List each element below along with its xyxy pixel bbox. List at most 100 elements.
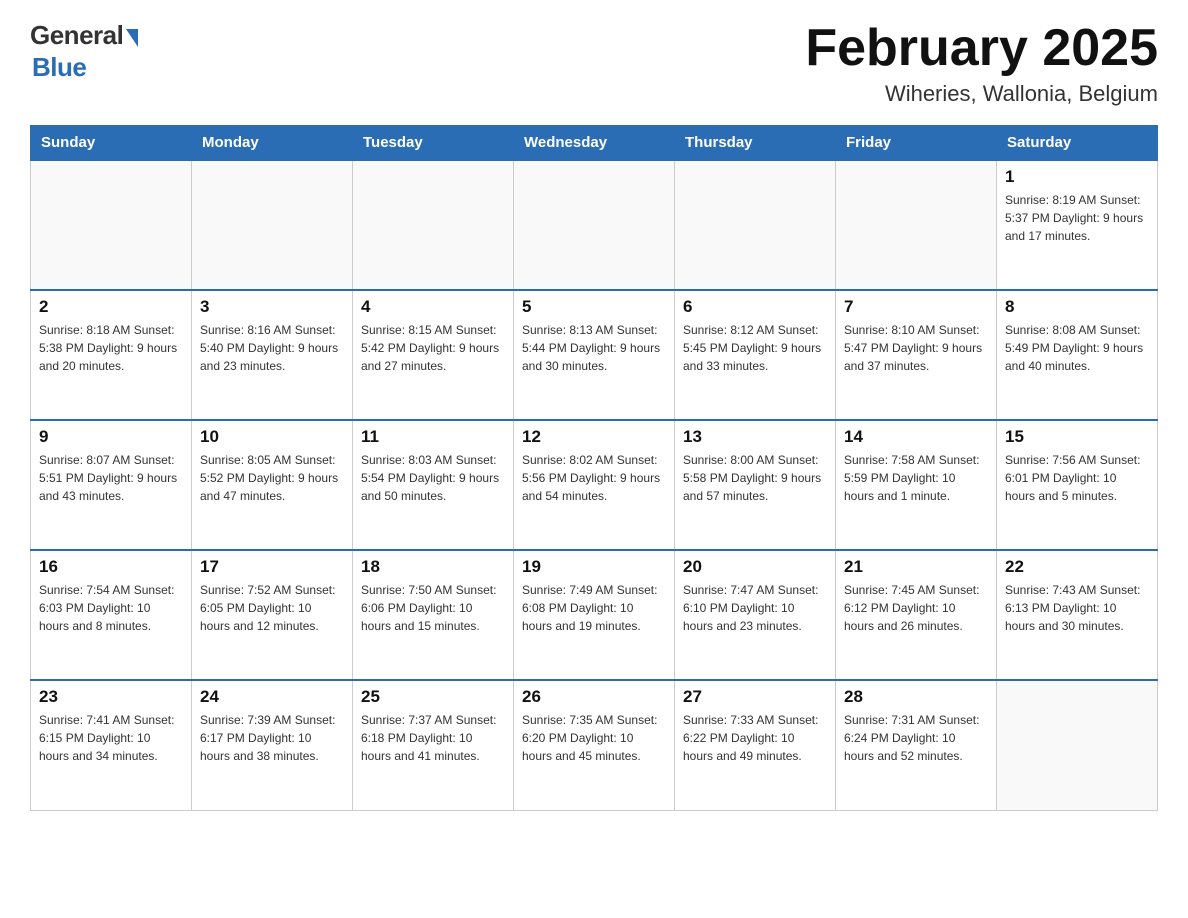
day-number: 19	[522, 557, 666, 577]
day-number: 28	[844, 687, 988, 707]
calendar-cell: 23 Sunrise: 7:41 AM Sunset: 6:15 PM Dayli…	[31, 680, 192, 810]
day-info: Sunrise: 8:05 AM Sunset: 5:52 PM Dayligh…	[200, 451, 344, 505]
day-info: Sunrise: 7:33 AM Sunset: 6:22 PM Dayligh…	[683, 711, 827, 765]
day-number: 14	[844, 427, 988, 447]
day-info: Sunrise: 7:58 AM Sunset: 5:59 PM Dayligh…	[844, 451, 988, 505]
day-number: 3	[200, 297, 344, 317]
day-number: 18	[361, 557, 505, 577]
day-number: 6	[683, 297, 827, 317]
day-number: 16	[39, 557, 183, 577]
calendar-cell	[675, 160, 836, 290]
day-number: 11	[361, 427, 505, 447]
day-number: 13	[683, 427, 827, 447]
day-info: Sunrise: 8:07 AM Sunset: 5:51 PM Dayligh…	[39, 451, 183, 505]
calendar-cell: 12 Sunrise: 8:02 AM Sunset: 5:56 PM Dayli…	[514, 420, 675, 550]
day-number: 22	[1005, 557, 1149, 577]
day-number: 8	[1005, 297, 1149, 317]
day-info: Sunrise: 7:54 AM Sunset: 6:03 PM Dayligh…	[39, 581, 183, 635]
calendar-cell: 25 Sunrise: 7:37 AM Sunset: 6:18 PM Dayli…	[353, 680, 514, 810]
calendar-cell: 6 Sunrise: 8:12 AM Sunset: 5:45 PM Daylig…	[675, 290, 836, 420]
calendar-week-row: 9 Sunrise: 8:07 AM Sunset: 5:51 PM Daylig…	[31, 420, 1158, 550]
day-number: 4	[361, 297, 505, 317]
day-info: Sunrise: 8:16 AM Sunset: 5:40 PM Dayligh…	[200, 321, 344, 375]
title-block: February 2025 Wiheries, Wallonia, Belgiu…	[805, 20, 1158, 107]
calendar-cell: 26Sunrise: 7:35 AM Sunset: 6:20 PM Dayli…	[514, 680, 675, 810]
calendar-cell	[836, 160, 997, 290]
calendar-cell: 2Sunrise: 8:18 AM Sunset: 5:38 PM Daylig…	[31, 290, 192, 420]
calendar-cell: 9 Sunrise: 8:07 AM Sunset: 5:51 PM Daylig…	[31, 420, 192, 550]
day-info: Sunrise: 8:19 AM Sunset: 5:37 PM Dayligh…	[1005, 191, 1149, 245]
day-info: Sunrise: 8:15 AM Sunset: 5:42 PM Dayligh…	[361, 321, 505, 375]
day-number: 17	[200, 557, 344, 577]
day-number: 21	[844, 557, 988, 577]
calendar-cell	[31, 160, 192, 290]
day-number: 25	[361, 687, 505, 707]
calendar-cell: 8 Sunrise: 8:08 AM Sunset: 5:49 PM Daylig…	[997, 290, 1158, 420]
day-number: 1	[1005, 167, 1149, 187]
calendar-table: SundayMondayTuesdayWednesdayThursdayFrid…	[30, 125, 1158, 811]
calendar-cell: 21 Sunrise: 7:45 AM Sunset: 6:12 PM Dayli…	[836, 550, 997, 680]
calendar-header-thursday: Thursday	[675, 126, 836, 161]
calendar-week-row: 16 Sunrise: 7:54 AM Sunset: 6:03 PM Dayli…	[31, 550, 1158, 680]
day-number: 5	[522, 297, 666, 317]
calendar-header-wednesday: Wednesday	[514, 126, 675, 161]
day-info: Sunrise: 8:02 AM Sunset: 5:56 PM Dayligh…	[522, 451, 666, 505]
location-subtitle: Wiheries, Wallonia, Belgium	[805, 81, 1158, 107]
calendar-cell: 19 Sunrise: 7:49 AM Sunset: 6:08 PM Dayli…	[514, 550, 675, 680]
logo-triangle-icon	[126, 29, 138, 47]
calendar-cell: 5 Sunrise: 8:13 AM Sunset: 5:44 PM Daylig…	[514, 290, 675, 420]
day-info: Sunrise: 8:12 AM Sunset: 5:45 PM Dayligh…	[683, 321, 827, 375]
calendar-cell: 13 Sunrise: 8:00 AM Sunset: 5:58 PM Dayli…	[675, 420, 836, 550]
day-info: Sunrise: 7:39 AM Sunset: 6:17 PM Dayligh…	[200, 711, 344, 765]
calendar-cell: 17Sunrise: 7:52 AM Sunset: 6:05 PM Dayli…	[192, 550, 353, 680]
day-number: 23	[39, 687, 183, 707]
calendar-cell: 14 Sunrise: 7:58 AM Sunset: 5:59 PM Dayli…	[836, 420, 997, 550]
calendar-week-row: 2Sunrise: 8:18 AM Sunset: 5:38 PM Daylig…	[31, 290, 1158, 420]
day-info: Sunrise: 7:35 AM Sunset: 6:20 PM Dayligh…	[522, 711, 666, 765]
day-number: 20	[683, 557, 827, 577]
calendar-week-row: 1 Sunrise: 8:19 AM Sunset: 5:37 PM Daylig…	[31, 160, 1158, 290]
calendar-cell: 27 Sunrise: 7:33 AM Sunset: 6:22 PM Dayli…	[675, 680, 836, 810]
day-info: Sunrise: 8:10 AM Sunset: 5:47 PM Dayligh…	[844, 321, 988, 375]
day-info: Sunrise: 7:31 AM Sunset: 6:24 PM Dayligh…	[844, 711, 988, 765]
day-info: Sunrise: 7:47 AM Sunset: 6:10 PM Dayligh…	[683, 581, 827, 635]
day-number: 15	[1005, 427, 1149, 447]
day-info: Sunrise: 7:43 AM Sunset: 6:13 PM Dayligh…	[1005, 581, 1149, 635]
calendar-cell	[192, 160, 353, 290]
day-number: 10	[200, 427, 344, 447]
calendar-cell: 16 Sunrise: 7:54 AM Sunset: 6:03 PM Dayli…	[31, 550, 192, 680]
logo-general-text: General	[30, 20, 123, 51]
day-info: Sunrise: 7:41 AM Sunset: 6:15 PM Dayligh…	[39, 711, 183, 765]
day-info: Sunrise: 7:37 AM Sunset: 6:18 PM Dayligh…	[361, 711, 505, 765]
day-number: 2	[39, 297, 183, 317]
day-info: Sunrise: 7:50 AM Sunset: 6:06 PM Dayligh…	[361, 581, 505, 635]
day-number: 24	[200, 687, 344, 707]
day-info: Sunrise: 8:03 AM Sunset: 5:54 PM Dayligh…	[361, 451, 505, 505]
day-number: 7	[844, 297, 988, 317]
day-info: Sunrise: 8:08 AM Sunset: 5:49 PM Dayligh…	[1005, 321, 1149, 375]
day-number: 9	[39, 427, 183, 447]
calendar-cell: 7 Sunrise: 8:10 AM Sunset: 5:47 PM Daylig…	[836, 290, 997, 420]
calendar-cell	[997, 680, 1158, 810]
day-number: 12	[522, 427, 666, 447]
calendar-cell: 28 Sunrise: 7:31 AM Sunset: 6:24 PM Dayli…	[836, 680, 997, 810]
day-number: 27	[683, 687, 827, 707]
page-header: General Blue February 2025 Wiheries, Wal…	[30, 20, 1158, 107]
month-title: February 2025	[805, 20, 1158, 77]
calendar-header-tuesday: Tuesday	[353, 126, 514, 161]
logo-blue-text: Blue	[32, 52, 86, 83]
calendar-cell: 10 Sunrise: 8:05 AM Sunset: 5:52 PM Dayli…	[192, 420, 353, 550]
calendar-header-row: SundayMondayTuesdayWednesdayThursdayFrid…	[31, 126, 1158, 161]
calendar-cell: 4 Sunrise: 8:15 AM Sunset: 5:42 PM Daylig…	[353, 290, 514, 420]
calendar-header-monday: Monday	[192, 126, 353, 161]
calendar-cell: 11 Sunrise: 8:03 AM Sunset: 5:54 PM Dayli…	[353, 420, 514, 550]
day-info: Sunrise: 7:45 AM Sunset: 6:12 PM Dayligh…	[844, 581, 988, 635]
day-info: Sunrise: 8:13 AM Sunset: 5:44 PM Dayligh…	[522, 321, 666, 375]
calendar-cell: 1 Sunrise: 8:19 AM Sunset: 5:37 PM Daylig…	[997, 160, 1158, 290]
day-info: Sunrise: 7:49 AM Sunset: 6:08 PM Dayligh…	[522, 581, 666, 635]
calendar-header-friday: Friday	[836, 126, 997, 161]
day-info: Sunrise: 8:00 AM Sunset: 5:58 PM Dayligh…	[683, 451, 827, 505]
logo: General Blue	[30, 20, 138, 83]
calendar-cell: 20 Sunrise: 7:47 AM Sunset: 6:10 PM Dayli…	[675, 550, 836, 680]
calendar-header-sunday: Sunday	[31, 126, 192, 161]
